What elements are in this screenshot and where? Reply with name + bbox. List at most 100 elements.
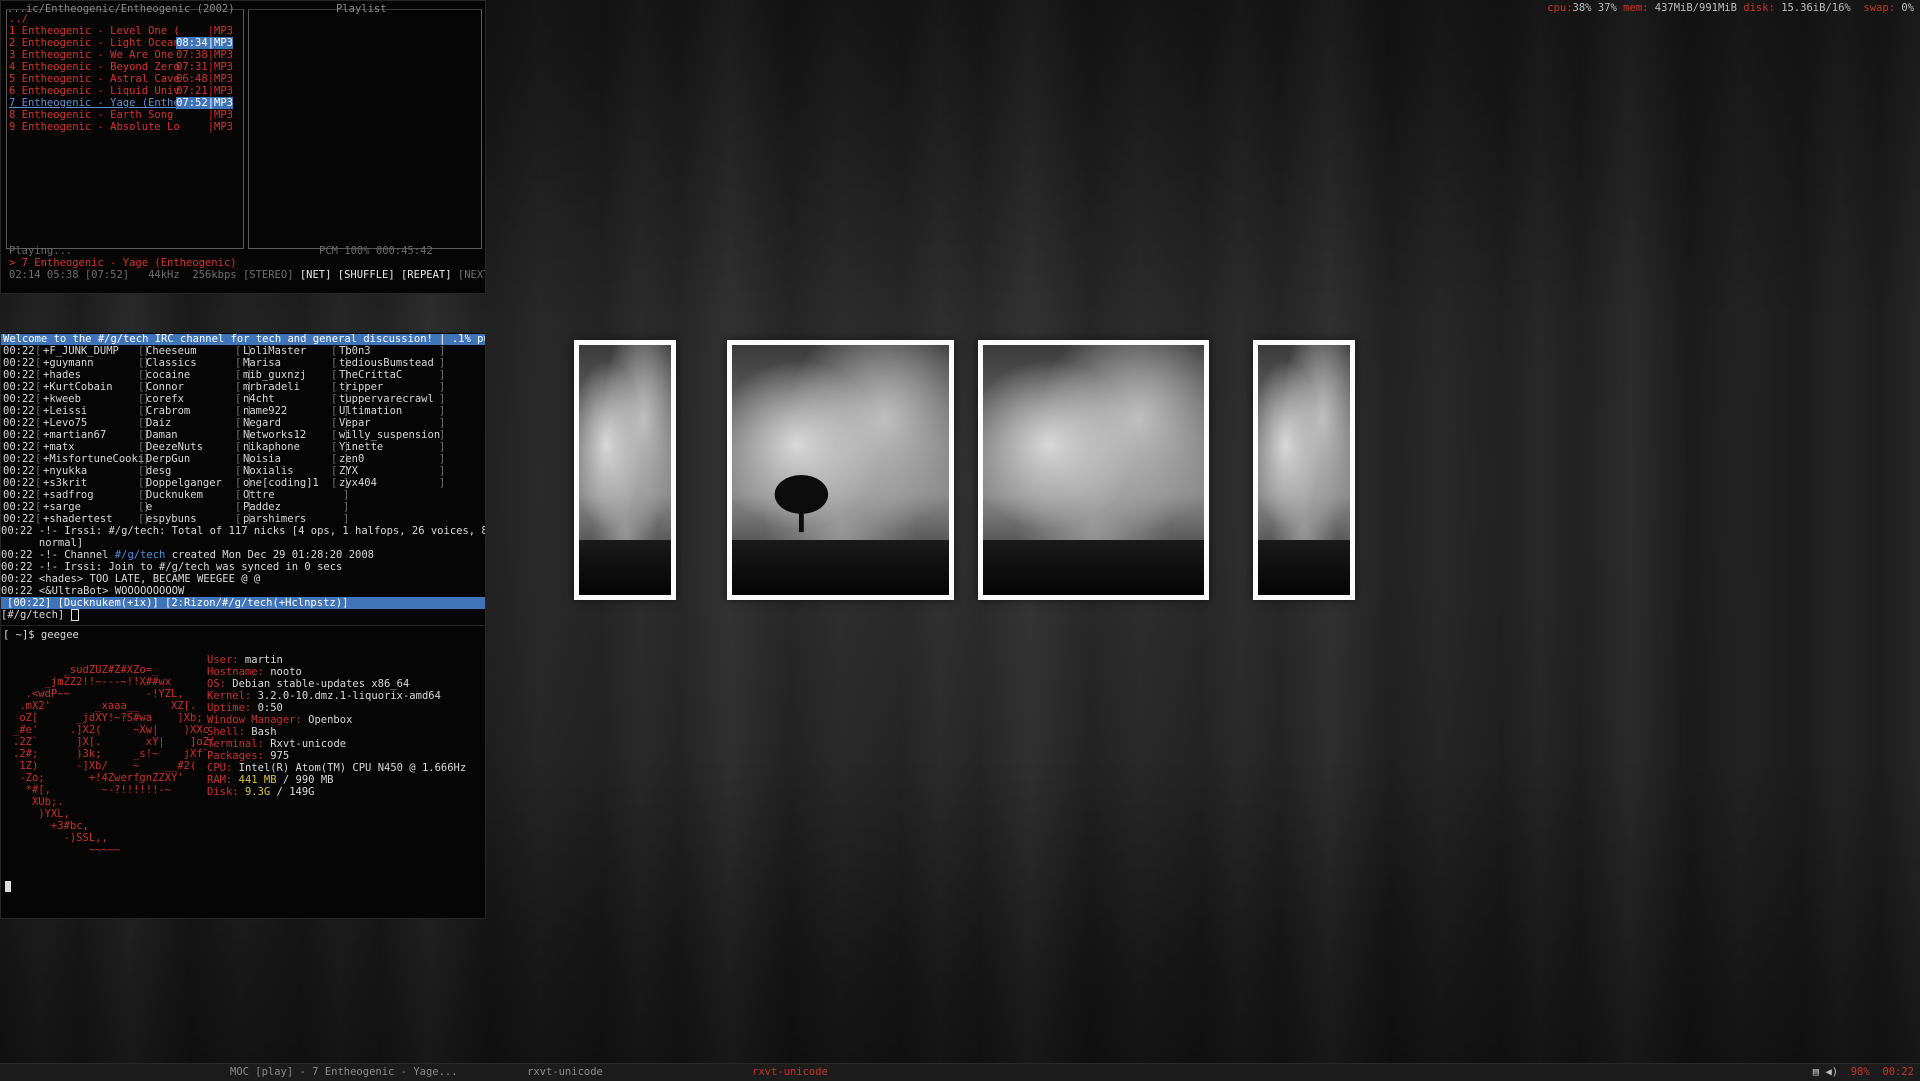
irc-nick[interactable]: mrbradeli <box>243 381 300 393</box>
irc-message: 00:22 <hades> TOO LATE, BECAME WEEGEE @ … <box>1 573 261 585</box>
irc-nick[interactable]: willy_suspension <box>339 429 440 441</box>
irc-input-line[interactable]: [#/g/tech] <box>1 609 485 621</box>
irc-nick[interactable]: desg <box>146 465 171 477</box>
playlist-track[interactable]: 3 Entheogenic - We Are One 07:38|MP3 <box>9 49 239 61</box>
irc-nick[interactable]: +hades <box>43 369 81 381</box>
playlist-track[interactable]: 2 Entheogenic - Light Ocean 08:34|MP3 <box>9 37 239 49</box>
irc-nick[interactable]: LoliMaster <box>243 345 306 357</box>
irc-nick[interactable]: Marisa <box>243 357 281 369</box>
irc-names-row: 00:22[+sadfrog][Ducknukem][Ottre] <box>3 489 350 501</box>
wallpaper-photo-panel <box>574 340 676 600</box>
irc-nick[interactable]: Paddez <box>243 501 281 513</box>
irc-nick[interactable]: +Levo75 <box>43 417 87 429</box>
moc-info-line: 02:14 05:38 [07:52] 44kHz 256kbps [STERE… <box>9 269 485 281</box>
irc-message: normal] <box>1 537 84 549</box>
irc-nick[interactable]: Connor <box>146 381 184 393</box>
playlist-track[interactable]: 6 Entheogenic - Liquid Univ 07:21|MP3 <box>9 85 239 97</box>
irc-nick[interactable]: Negard <box>243 417 281 429</box>
moc-player-window[interactable]: ...ic/Entheogenic/Entheogenic (2002) Pla… <box>0 0 486 294</box>
irc-nick[interactable]: Noisia <box>243 453 281 465</box>
irc-nick[interactable]: corefx <box>146 393 184 405</box>
irc-nick-list: 00:22[+F_JUNK_DUMP][Cheeseum][LoliMaster… <box>1 345 485 525</box>
track-title: 8 Entheogenic - Earth Song <box>9 109 180 121</box>
irc-nick[interactable]: Cheeseum <box>146 345 197 357</box>
irc-nick[interactable]: +s3krit <box>43 477 87 489</box>
irc-nick[interactable]: +martian67 <box>43 429 106 441</box>
system-info-line: Hostname: nooto <box>207 666 302 678</box>
irc-nick[interactable]: +F_JUNK_DUMP <box>43 345 119 357</box>
irc-nick[interactable]: Daiz <box>146 417 171 429</box>
playlist-track[interactable]: 8 Entheogenic - Earth Song |MP3 <box>9 109 239 121</box>
volume-icon[interactable]: ◀) <box>1825 1066 1838 1078</box>
irc-nick[interactable]: tuppervarecrawl <box>339 393 434 405</box>
track-time: 07:38|MP3 <box>176 49 233 61</box>
battery-icon[interactable]: ▤ <box>1813 1066 1819 1078</box>
irc-nick[interactable]: +nyukka <box>43 465 87 477</box>
irc-nick[interactable]: Crabrom <box>146 405 190 417</box>
irc-nick[interactable]: DerpGun <box>146 453 190 465</box>
irc-nick[interactable]: +matx <box>43 441 75 453</box>
taskbar-item-terminal[interactable]: rxvt-unicode <box>527 1064 603 1081</box>
irc-names-row: 00:22[+s3krit][Doppelganger][one[coding]… <box>3 477 446 489</box>
irc-nick[interactable]: zen0 <box>339 453 364 465</box>
irc-names-row: 00:22[+Leissi][Crabrom][name922][Ultimat… <box>3 405 446 417</box>
irc-nick[interactable]: Networks12 <box>243 429 306 441</box>
irc-nick[interactable]: espybuns <box>146 513 197 525</box>
irc-nick[interactable]: tediousBumstead <box>339 357 434 369</box>
irc-nick[interactable]: Yinette <box>339 441 383 453</box>
irc-nick[interactable]: Noxialis <box>243 465 294 477</box>
wallpaper-photo-panel <box>727 340 954 600</box>
irc-nick[interactable]: cocaine <box>146 369 190 381</box>
debian-ascii-logo: _sudZUZ#Z#XZo=_ _jmZZ2!!~---~!!X##wx .<w… <box>13 664 215 856</box>
irssi-window[interactable]: Welcome to the #/g/tech IRC channel for … <box>0 332 486 626</box>
irc-nick[interactable]: ZYX <box>339 465 358 477</box>
irc-nick[interactable]: Ultimation <box>339 405 402 417</box>
irc-nick[interactable]: DeezeNuts <box>146 441 203 453</box>
moc-up-dir[interactable]: ../ <box>9 13 239 25</box>
irc-nick[interactable]: name922 <box>243 405 287 417</box>
irc-nick[interactable]: +KurtCobain <box>43 381 113 393</box>
taskbar-item-moc[interactable]: MOC [play] - 7 Entheogenic - Yage... <box>230 1064 458 1081</box>
irc-nick[interactable]: Tb0n3 <box>339 345 371 357</box>
playlist-track[interactable]: 7 Entheogenic - Yage (Enthe 07:52|MP3 <box>9 97 239 109</box>
irc-nick[interactable]: TheCrittaC <box>339 369 402 381</box>
irc-nick[interactable]: n4cht <box>243 393 275 405</box>
irc-nick[interactable]: nikaphone <box>243 441 300 453</box>
playlist-track[interactable]: 1 Entheogenic - Level One (|MP3 <box>9 25 239 37</box>
logo-line: _#e' .]X2( ~Xw| )XXc <box>13 724 209 736</box>
taskbar-item-terminal-active[interactable]: rxvt-unicode <box>752 1064 828 1081</box>
irc-prompt: [#/g/tech] <box>1 609 71 621</box>
moc-pcm: PCM 100% <box>319 245 370 257</box>
playlist-track[interactable]: 5 Entheogenic - Astral Cave 06:48|MP3 <box>9 73 239 85</box>
irc-nick[interactable]: +guymann <box>43 357 94 369</box>
irc-nick[interactable]: Daman <box>146 429 178 441</box>
irc-nick[interactable]: Ducknukem <box>146 489 203 501</box>
logo-line: +3#bc, <box>13 820 89 832</box>
terminal-window[interactable]: [ ~]$ geegee _sudZUZ#Z#XZo=_ _jmZZ2!!~--… <box>0 625 486 919</box>
irc-names-row: 00:22[+matx][DeezeNuts][nikaphone][Yinet… <box>3 441 446 453</box>
irc-nick[interactable]: tripper <box>339 381 383 393</box>
irc-nick[interactable]: Ottre <box>243 489 275 501</box>
irc-nick[interactable]: +MisfortuneCooki <box>43 453 144 465</box>
irc-nick[interactable]: +sadfrog <box>43 489 94 501</box>
irc-nick[interactable]: zyx404 <box>339 477 377 489</box>
irc-names-row: 00:22[+guymann][Classics][Marisa][tediou… <box>3 357 446 369</box>
moc-track-list[interactable]: ../ 1 Entheogenic - Level One (|MP3 2 Ent… <box>9 13 239 133</box>
irc-nick[interactable]: parshimers <box>243 513 306 525</box>
irc-nick[interactable]: mib_guxnzj <box>243 369 306 381</box>
irc-nick[interactable]: +kweeb <box>43 393 81 405</box>
irc-nick[interactable]: Classics <box>146 357 197 369</box>
irc-nick[interactable]: Doppelganger <box>146 477 222 489</box>
irc-nick[interactable]: one[coding]1 <box>243 477 319 489</box>
irc-nick[interactable]: +shadertest <box>43 513 113 525</box>
playlist-track[interactable]: 9 Entheogenic - Absolute Lo |MP3 <box>9 121 239 133</box>
logo-line: 1Z) -]Xb/ ~ __#2( <box>13 760 197 772</box>
irc-nick[interactable]: Vepar <box>339 417 371 429</box>
text-cursor <box>5 881 11 892</box>
irc-nick[interactable]: e <box>146 501 152 513</box>
irc-nick[interactable]: +sarge <box>43 501 81 513</box>
irc-nick[interactable]: +Leissi <box>43 405 87 417</box>
playlist-track[interactable]: 4 Entheogenic - Beyond Zero 07:31|MP3 <box>9 61 239 73</box>
system-info-disk: Disk: 9.3G / 149G <box>207 786 315 798</box>
moc-playlist-pane[interactable] <box>248 9 482 249</box>
